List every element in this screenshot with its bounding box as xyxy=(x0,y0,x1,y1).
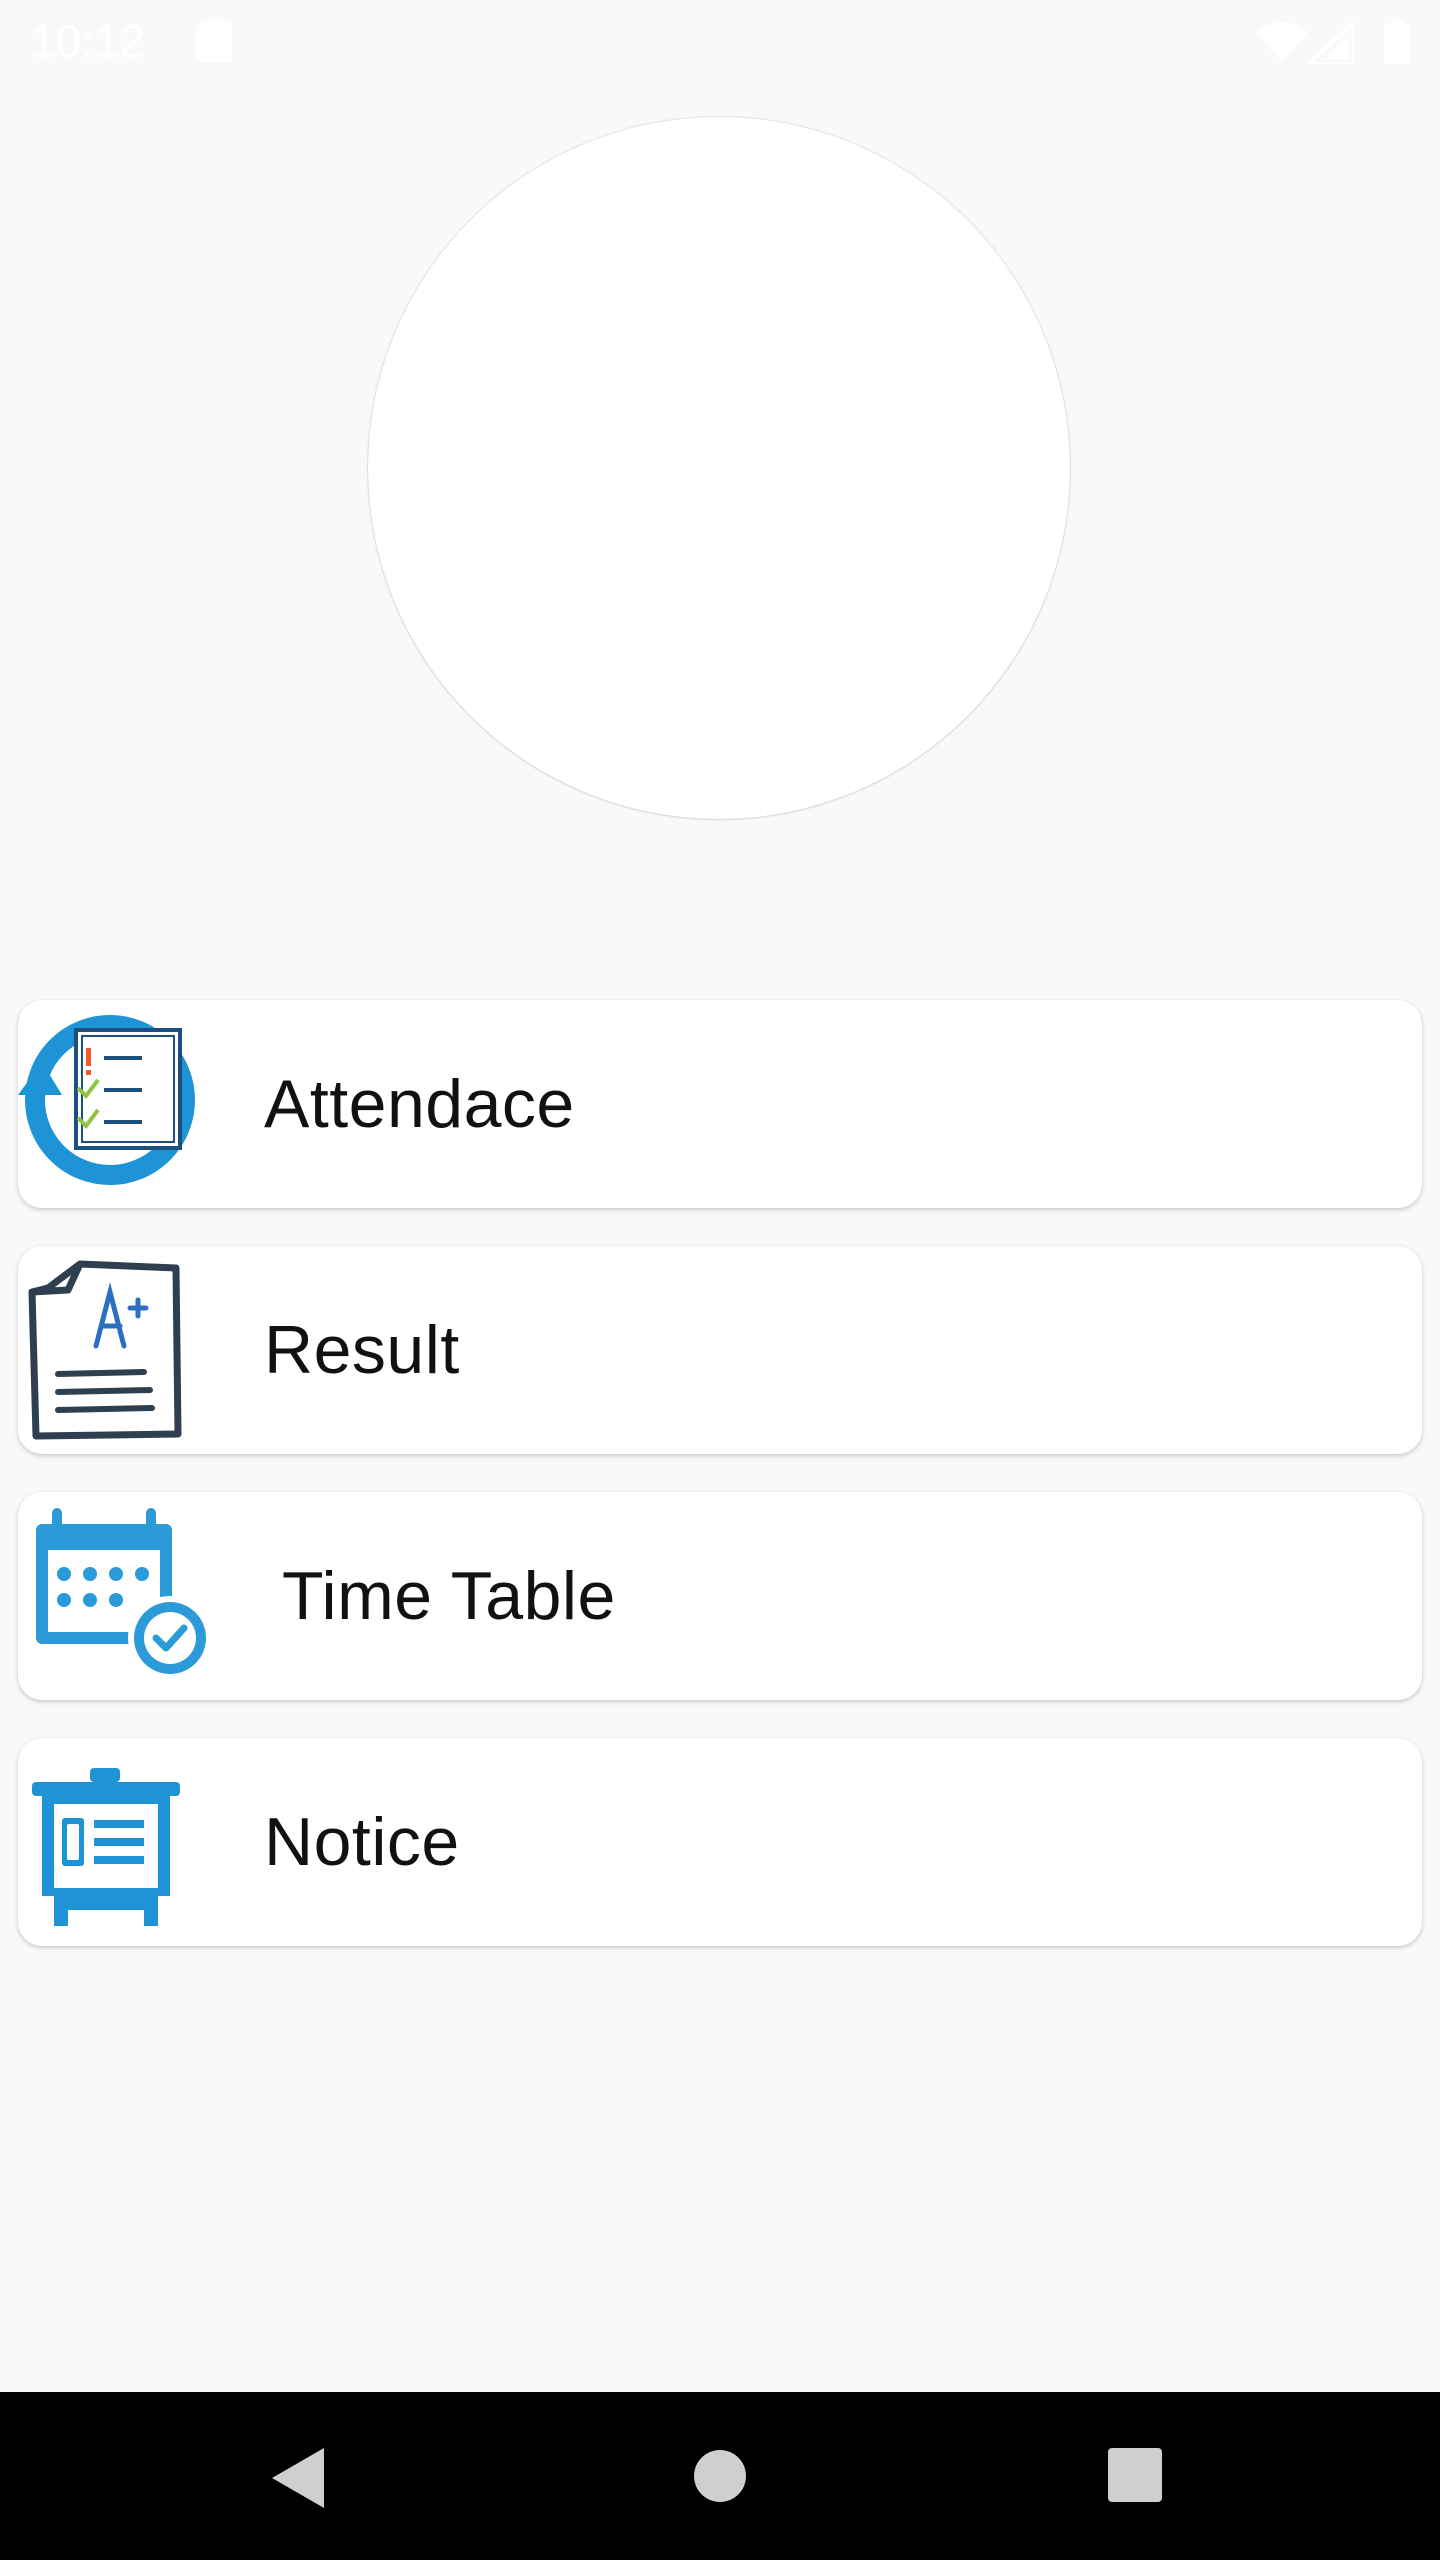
result-grade-icon xyxy=(28,1260,182,1440)
navigation-bar xyxy=(0,2392,1440,2560)
attendance-label: Attendace xyxy=(264,1066,575,1142)
result-label: Result xyxy=(264,1312,460,1388)
timetable-card[interactable]: Time Table xyxy=(18,1492,1422,1700)
sd-card-icon xyxy=(196,20,232,62)
status-time: 10:12 xyxy=(30,15,146,67)
status-bar: 10:12 xyxy=(0,0,1440,84)
home-icon[interactable] xyxy=(692,2448,748,2504)
back-icon[interactable] xyxy=(270,2446,326,2510)
wifi-icon xyxy=(1256,22,1308,62)
recents-icon[interactable] xyxy=(1108,2448,1162,2502)
notice-card[interactable]: Notice xyxy=(18,1738,1422,1946)
signal-icon xyxy=(1308,22,1354,64)
avatar[interactable] xyxy=(368,117,1070,819)
timetable-calendar-icon xyxy=(36,1508,212,1680)
timetable-label: Time Table xyxy=(282,1558,616,1634)
result-card[interactable]: Result xyxy=(18,1246,1422,1454)
attendance-card[interactable]: Attendace xyxy=(18,1000,1422,1208)
attendance-checklist-icon xyxy=(18,1015,195,1185)
notice-board-icon xyxy=(32,1768,180,1926)
notice-label: Notice xyxy=(264,1804,460,1880)
battery-icon xyxy=(1384,20,1410,64)
